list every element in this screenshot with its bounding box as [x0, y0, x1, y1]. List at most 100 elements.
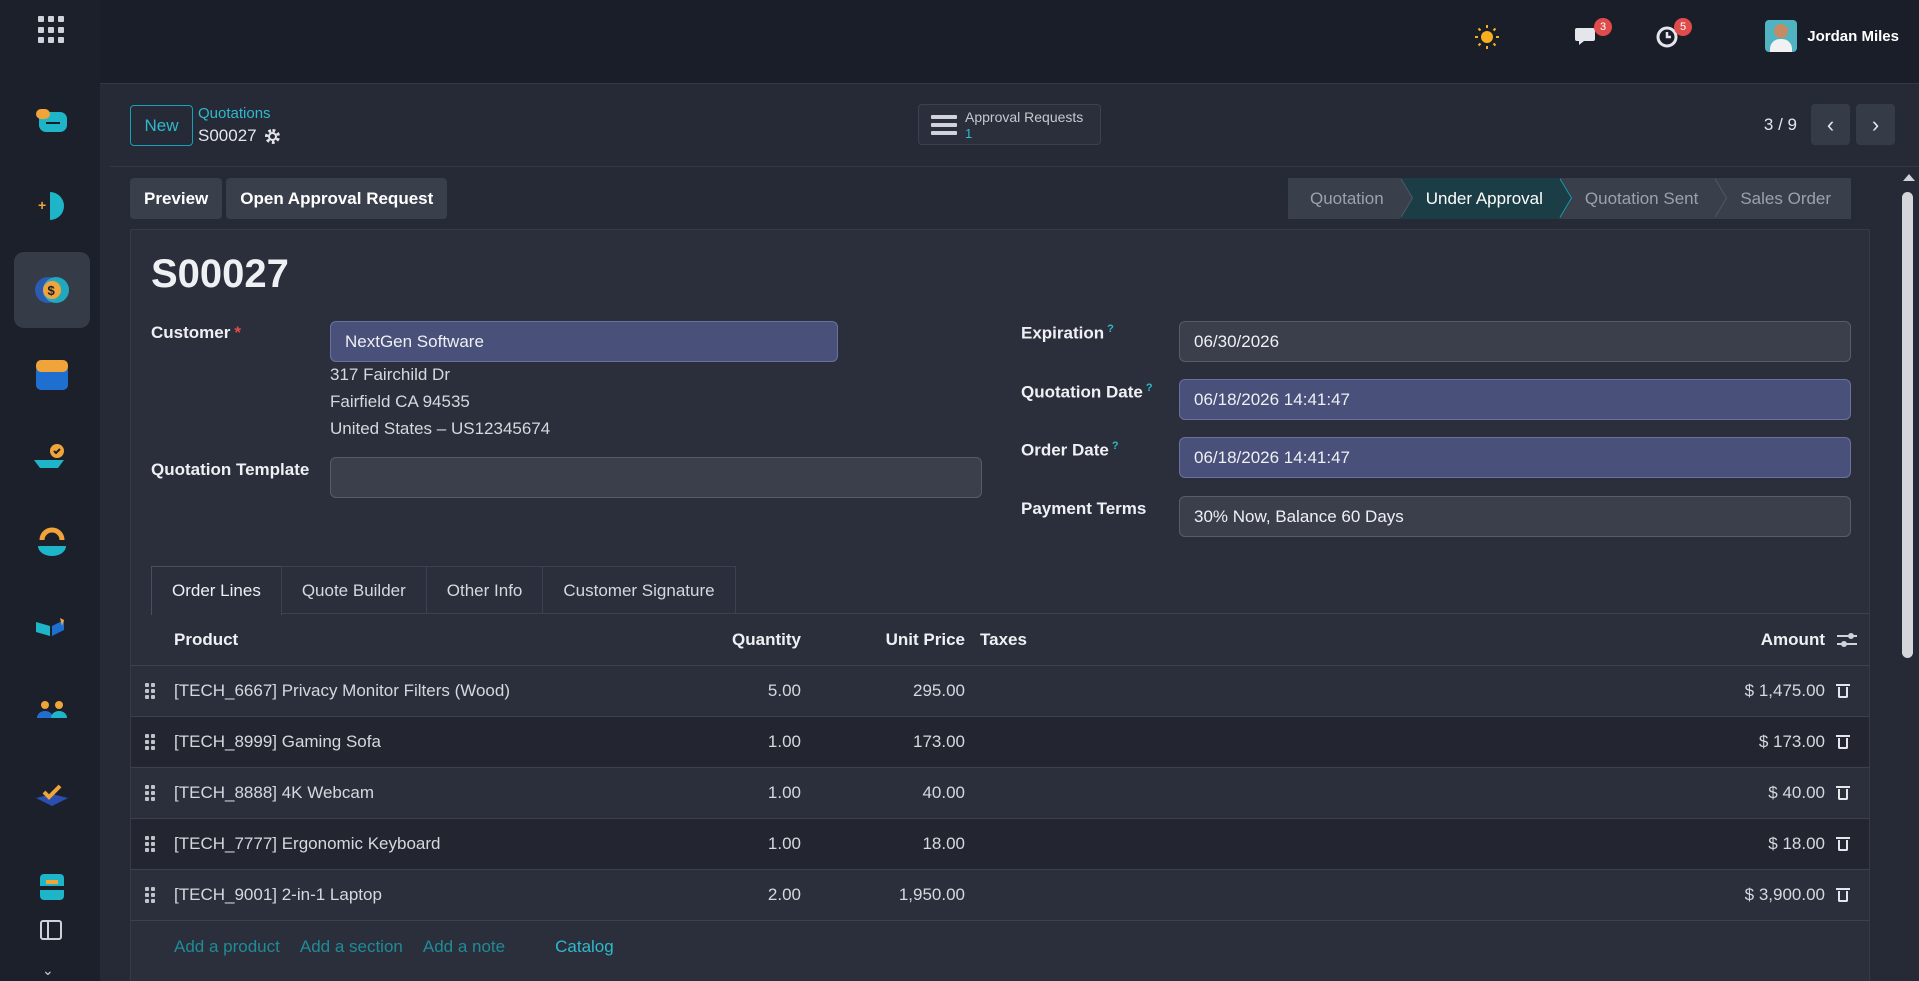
quotation-template-field[interactable]: [330, 457, 982, 498]
cell-quantity[interactable]: 5.00: [768, 681, 801, 701]
stage-under-approval[interactable]: Under Approval: [1399, 178, 1572, 219]
top-navbar: 3 5 Jordan Miles: [100, 0, 1919, 84]
add-product-link[interactable]: Add a product: [174, 937, 280, 957]
discuss-app-icon[interactable]: [14, 84, 90, 160]
cell-product[interactable]: [TECH_8888] 4K Webcam: [174, 783, 374, 803]
quotation-template-label: Quotation Template: [151, 460, 310, 479]
chevron-left-icon: ‹: [1826, 111, 1835, 137]
trash-icon[interactable]: [1836, 735, 1850, 749]
approval-requests-count: 1: [965, 125, 973, 141]
catalog-link[interactable]: Catalog: [555, 937, 614, 957]
add-note-link[interactable]: Add a note: [423, 937, 505, 957]
preview-button[interactable]: Preview: [130, 178, 223, 219]
drag-handle-icon[interactable]: [145, 785, 155, 801]
inventory-app-icon[interactable]: [14, 588, 90, 664]
header-product[interactable]: Product: [174, 630, 238, 650]
activity-clock-icon[interactable]: 5: [1652, 18, 1692, 52]
trash-icon[interactable]: [1836, 684, 1850, 698]
pager-value[interactable]: 3 / 9: [1764, 115, 1797, 135]
help-icon[interactable]: ?: [1112, 440, 1119, 452]
drag-handle-icon[interactable]: [145, 836, 155, 852]
svg-text:+: +: [38, 197, 46, 213]
trash-icon[interactable]: [1836, 786, 1850, 800]
header-quantity[interactable]: Quantity: [732, 630, 801, 650]
cell-unit-price[interactable]: 18.00: [922, 834, 965, 854]
subscriptions-app-icon[interactable]: [14, 420, 90, 496]
payment-terms-field[interactable]: 30% Now, Balance 60 Days: [1179, 496, 1851, 537]
stage-sales-order[interactable]: Sales Order: [1714, 178, 1852, 219]
pager-previous-button[interactable]: ‹: [1811, 104, 1850, 145]
tab-quote-builder[interactable]: Quote Builder: [280, 566, 427, 614]
breadcrumb-quotations-link[interactable]: Quotations: [198, 105, 271, 122]
form-sheet: S00027 Customer * NextGen Software 317 Fa…: [130, 229, 1870, 981]
sales-app-icon[interactable]: $: [14, 252, 90, 328]
pager: 3 / 9 ‹ ›: [1764, 104, 1895, 145]
cell-unit-price[interactable]: 1,950.00: [899, 885, 965, 905]
approval-requests-button[interactable]: Approval Requests 1: [918, 104, 1101, 145]
new-button[interactable]: New: [130, 105, 193, 146]
cell-product[interactable]: [TECH_6667] Privacy Monitor Filters (Woo…: [174, 681, 510, 701]
expiration-field[interactable]: 06/30/2026: [1179, 321, 1851, 362]
tab-other-info[interactable]: Other Info: [425, 566, 544, 614]
open-approval-request-button[interactable]: Open Approval Request: [226, 178, 448, 219]
stage-quotation[interactable]: Quotation: [1288, 178, 1413, 219]
cell-amount: $ 3,900.00: [1744, 885, 1825, 904]
cell-quantity[interactable]: 1.00: [768, 783, 801, 803]
help-icon[interactable]: ?: [1107, 323, 1114, 335]
table-header: Product Quantity Unit Price Taxes Amount: [131, 614, 1869, 666]
drag-handle-icon[interactable]: [145, 683, 155, 699]
stage-quotation-sent[interactable]: Quotation Sent: [1558, 178, 1728, 219]
scroll-up-icon[interactable]: [1903, 174, 1915, 181]
cell-product[interactable]: [TECH_8999] Gaming Sofa: [174, 732, 381, 752]
table-row[interactable]: [TECH_7777] Ergonomic Keyboard 1.00 18.0…: [131, 819, 1869, 870]
trash-icon[interactable]: [1836, 888, 1850, 902]
project-app-icon[interactable]: [14, 756, 90, 832]
cell-unit-price[interactable]: 173.00: [913, 732, 965, 752]
rental-app-icon[interactable]: [14, 504, 90, 580]
table-row[interactable]: [TECH_8888] 4K Webcam 1.00 40.00 $ 40.00: [131, 768, 1869, 819]
help-icon[interactable]: ?: [1146, 382, 1153, 394]
chevron-double-down-icon[interactable]: ⌄: [42, 962, 54, 979]
drag-handle-icon[interactable]: [145, 734, 155, 750]
customer-label: Customer *: [151, 323, 241, 342]
cell-product[interactable]: [TECH_7777] Ergonomic Keyboard: [174, 834, 440, 854]
header-taxes[interactable]: Taxes: [980, 630, 1027, 650]
page-scrollbar[interactable]: [1897, 168, 1919, 981]
sidebar-collapse-icon[interactable]: [40, 920, 62, 940]
pos-app-icon[interactable]: [14, 336, 90, 412]
order-lines-table: Product Quantity Unit Price Taxes Amount…: [131, 614, 1869, 972]
helpdesk-app-icon[interactable]: [14, 848, 90, 924]
cell-amount: $ 173.00: [1758, 732, 1825, 751]
header-unit-price[interactable]: Unit Price: [886, 630, 965, 650]
customer-field[interactable]: NextGen Software: [330, 321, 838, 362]
quotation-date-field[interactable]: 06/18/2026 14:41:47: [1179, 379, 1851, 420]
tab-order-lines[interactable]: Order Lines: [151, 566, 282, 615]
tab-customer-signature[interactable]: Customer Signature: [542, 566, 736, 614]
order-date-field[interactable]: 06/18/2026 14:41:47: [1179, 437, 1851, 478]
add-section-link[interactable]: Add a section: [300, 937, 403, 957]
cell-unit-price[interactable]: 40.00: [922, 783, 965, 803]
messages-icon[interactable]: 3: [1572, 18, 1612, 52]
header-amount[interactable]: Amount: [1761, 630, 1825, 650]
table-row[interactable]: [TECH_6667] Privacy Monitor Filters (Woo…: [131, 666, 1869, 717]
table-row[interactable]: [TECH_9001] 2-in-1 Laptop 2.00 1,950.00 …: [131, 870, 1869, 921]
cell-unit-price[interactable]: 295.00: [913, 681, 965, 701]
table-row[interactable]: [TECH_8999] Gaming Sofa 1.00 173.00 $ 17…: [131, 717, 1869, 768]
record-title: S00027: [151, 252, 289, 296]
cell-product[interactable]: [TECH_9001] 2-in-1 Laptop: [174, 885, 382, 905]
pager-next-button[interactable]: ›: [1856, 104, 1895, 145]
cell-quantity[interactable]: 1.00: [768, 834, 801, 854]
trash-icon[interactable]: [1836, 837, 1850, 851]
crm-app-icon[interactable]: +: [14, 168, 90, 244]
cell-amount: $ 40.00: [1768, 783, 1825, 802]
cell-quantity[interactable]: 2.00: [768, 885, 801, 905]
apps-menu-icon[interactable]: [38, 16, 66, 44]
scroll-thumb[interactable]: [1902, 192, 1913, 658]
contacts-app-icon[interactable]: [14, 672, 90, 748]
drag-handle-icon[interactable]: [145, 887, 155, 903]
column-options-icon[interactable]: [1837, 632, 1857, 648]
theme-sun-icon[interactable]: [1472, 22, 1502, 52]
cell-quantity[interactable]: 1.00: [768, 732, 801, 752]
gear-icon[interactable]: [264, 128, 280, 144]
user-menu[interactable]: Jordan Miles: [1765, 20, 1899, 52]
